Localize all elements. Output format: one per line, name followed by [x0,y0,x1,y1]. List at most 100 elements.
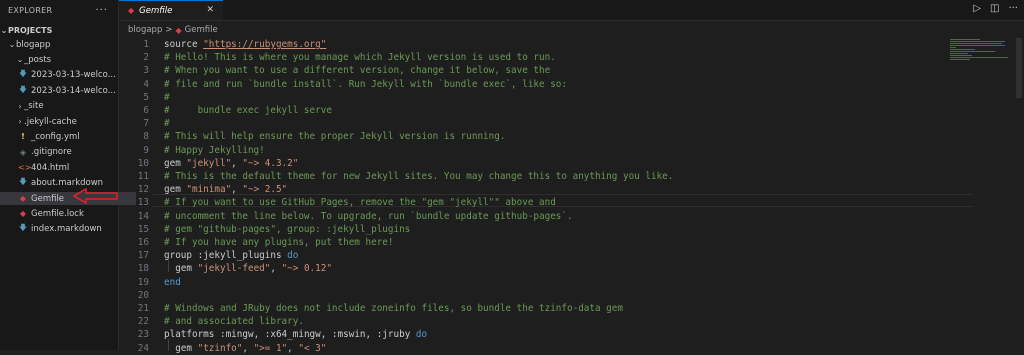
tree-file[interactable]: 🡇 index.markdown [0,223,136,236]
minimap[interactable] [950,38,1010,78]
vertical-scrollbar[interactable] [1016,38,1022,98]
tree-file[interactable]: 🡇 2023-03-14-welco... [0,84,136,97]
line-number: 14 [137,210,149,222]
code-line: end [164,276,181,288]
tree-file[interactable]: ! _config.yml [0,130,136,143]
file-type-icon: ◆ [19,209,27,219]
line-number: 18 [137,263,149,275]
chevron-down-icon: ⌄ [16,55,24,65]
line-number: 10 [137,157,149,169]
tree-item-label: index.markdown [31,224,102,235]
line-number: 19 [137,276,149,288]
tree-item-label: Gemfile [31,193,65,204]
explorer-header: EXPLORER ··· [0,0,118,20]
code-line: # Windows and JRuby does not include zon… [164,303,623,314]
file-type-icon: 🡇 [18,84,28,94]
line-number: 24 [137,342,149,354]
section-label: PROJECTS [8,26,53,35]
line-number: 2 [143,52,149,64]
code-line: # bundle exec jekyll serve [164,105,332,116]
code-editor[interactable]: 1 source "https://rubygems.org" 2 # Hello! … [119,38,1024,354]
file-type-icon: ◈ [19,147,27,157]
line-number: 11 [137,171,149,182]
line-number: 20 [137,289,149,301]
tab-bar: ◆ Gemfile ✕ ▷ ◫ ··· [119,0,1024,21]
breadcrumb-separator: > [165,25,173,35]
tree-item-label: _posts [24,54,52,65]
code-line: # gem "github-pages", group: :jekyll_plu… [164,223,411,235]
file-type-icon: <> [18,163,32,173]
more-actions-icon[interactable]: ··· [1008,3,1018,14]
tree-item-label: Gemfile.lock [31,208,84,219]
tree-file[interactable]: 🡇 2023-03-13-welco... [0,69,136,82]
breadcrumb-file[interactable]: Gemfile [185,25,218,35]
split-editor-icon[interactable]: ◫ [990,3,999,14]
red-arrow-annotation [73,188,118,204]
code-line: group :jekyll_plugins do [164,250,299,262]
file-type-icon: ◆ [19,194,27,203]
line-number: 12 [137,184,149,196]
tree-item-label: 404.html [31,162,70,173]
code-line: # This is the default theme for new Jeky… [164,171,674,182]
tab-gemfile[interactable]: ◆ Gemfile ✕ [119,0,223,20]
line-number: 21 [137,303,149,314]
line-number: 3 [143,65,149,77]
close-icon[interactable]: ✕ [206,5,214,15]
tree-folder[interactable]: › .jekyll-cache [0,115,134,128]
code-line: # [164,91,170,103]
code-line: # and associated library. [164,316,304,328]
file-type-icon: 🡇 [18,223,28,233]
code-line: platforms :mingw, :x64_mingw, :mswin, :j… [164,329,428,341]
tree-folder[interactable]: › _site [0,100,134,113]
chevron-right-icon: › [18,101,22,111]
line-number: 13 [137,197,149,209]
tab-label: Gemfile [139,5,173,16]
section-projects[interactable]: ⌄ PROJECTS [0,24,118,37]
tree-folder[interactable]: ⌄ blogapp [0,38,126,51]
tree-item-label: .gitignore [31,147,72,158]
line-number: 17 [137,250,149,262]
line-number: 9 [143,144,149,156]
tree-file[interactable]: ◆ Gemfile.lock [0,207,136,220]
code-line: # [164,118,170,130]
code-line: # This will help ensure the proper Jekyl… [164,131,506,143]
tree-item-label: _config.yml [31,131,80,142]
file-type-icon: 🡇 [18,69,28,79]
chevron-down-icon: ⌄ [8,40,16,49]
line-number: 8 [143,131,149,143]
breadcrumb-folder[interactable]: blogapp [128,25,162,35]
code-line: gem "jekyll-feed", "~> 0.12" [164,263,332,275]
tree-item-label: 2023-03-14-welco... [31,85,116,96]
tree-item-label: _site [24,101,44,112]
run-icon[interactable]: ▷ [973,3,981,14]
breadcrumb: blogapp > ◆ Gemfile [128,23,218,37]
explorer-title: EXPLORER [8,5,53,15]
tree-file[interactable]: ◈ .gitignore [0,146,136,159]
code-line: gem "tzinfo", ">= 1", "< 3" [164,342,327,354]
tree-item-label: blogapp [16,39,51,50]
tree-folder[interactable]: ⌄ _posts [0,53,134,66]
chevron-right-icon: › [18,117,22,126]
tree-item-label: 2023-03-13-welco... [31,70,116,81]
code-line: # Happy Jekylling! [164,144,265,156]
line-number: 1 [143,39,149,50]
code-line: # If you have any plugins, put them here… [164,237,394,248]
code-line: gem "minima", "~> 2.5" [164,184,288,196]
line-number: 5 [143,91,149,103]
editor-actions: ▷ ◫ ··· [973,3,1018,14]
file-type-icon: 🡇 [18,177,28,187]
ruby-icon: ◆ [128,6,135,15]
explorer-more-icon[interactable]: ··· [95,5,108,16]
code-line: # If you want to use GitHub Pages, remov… [164,197,556,209]
code-line: # Hello! This is where you manage which … [164,52,556,64]
explorer-sidebar: EXPLORER ··· ⌄ PROJECTS ⌄ blogapp ⌄ _posts 🡇… [0,0,136,350]
line-number: 4 [143,78,149,90]
line-number: 7 [143,118,149,130]
ruby-icon: ◆ [175,25,182,35]
code-line: # file and run `bundle install`. Run Jek… [164,78,567,90]
line-number: 15 [137,223,149,235]
tree-file[interactable]: <> 404.html [0,161,136,174]
line-number: 6 [143,105,149,116]
code-line: gem "jekyll", "~> 4.3.2" [164,157,299,169]
line-number: 16 [137,237,149,248]
